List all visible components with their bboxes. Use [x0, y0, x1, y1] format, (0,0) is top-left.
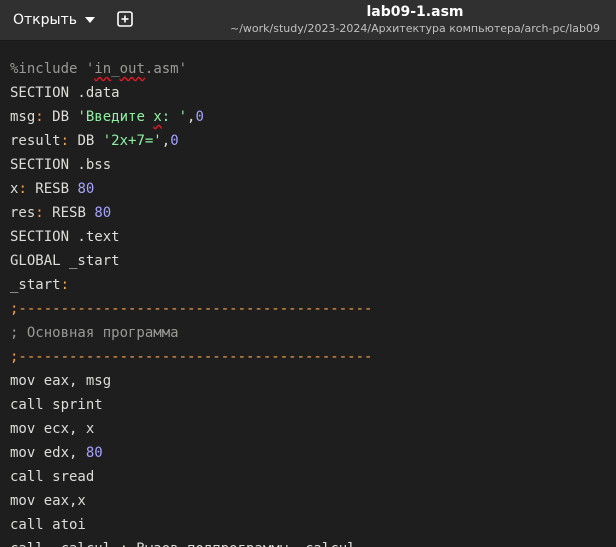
- code-line: res: RESB 80: [0, 201, 616, 225]
- code-line: mov eax, msg: [10, 373, 112, 389]
- editor-window: Открыть lab09-1.asm ~/work/study/2023-20…: [0, 0, 616, 547]
- chevron-down-icon: [84, 17, 95, 23]
- code-token: 0: [170, 133, 179, 149]
- code-token: :: [18, 181, 27, 197]
- code-token: _start: [10, 277, 61, 293]
- document-title: lab09-1.asm: [366, 4, 464, 20]
- code-line: %include 'in_out.asm': [0, 57, 616, 81]
- code-line: SECTION .bss: [10, 157, 112, 173]
- code-token: _: [111, 61, 120, 77]
- code-line: mov eax,x: [10, 493, 86, 509]
- code-token: 80: [85, 445, 103, 461]
- code-token: 'Введите: [77, 109, 154, 125]
- code-token: 0: [195, 109, 204, 125]
- code-line: _start:: [0, 273, 616, 297]
- code-token: :: [35, 205, 44, 221]
- code-line: mov ecx, x: [10, 421, 95, 437]
- code-token: :: [35, 109, 44, 125]
- code-token: RESB: [26, 181, 78, 197]
- new-tab-icon[interactable]: [117, 11, 133, 27]
- code-token: result: [10, 133, 61, 149]
- header-bar: Открыть lab09-1.asm ~/work/study/2023-20…: [0, 0, 616, 41]
- code-editor[interactable]: %include 'in_out.asm' SECTION .data msg:…: [0, 57, 616, 547]
- code-token: in: [94, 61, 112, 77]
- open-button[interactable]: Открыть: [6, 6, 103, 34]
- code-token: :: [60, 277, 70, 293]
- code-line: call sprint: [10, 397, 103, 413]
- code-token: out: [119, 61, 145, 77]
- code-line: ; Основная программа: [10, 325, 179, 341]
- code-token: %include: [10, 61, 86, 77]
- title-block: lab09-1.asm ~/work/study/2023-2024/Архит…: [200, 4, 616, 36]
- code-token: :: [60, 133, 70, 149]
- code-token: DB: [43, 109, 78, 125]
- code-token: msg: [10, 109, 36, 125]
- code-line: msg: DB 'Введите x: ',0: [0, 105, 616, 129]
- open-button-label: Открыть: [13, 12, 77, 28]
- document-path: ~/work/study/2023-2024/Архитектура компь…: [230, 22, 600, 35]
- code-token: : ': [161, 109, 188, 125]
- code-token: RESB: [43, 205, 95, 221]
- code-line: SECTION .data: [10, 85, 120, 101]
- code-token: ,: [161, 133, 171, 149]
- code-token: '2x+7=': [102, 133, 162, 149]
- code-line: ;---------------------------------------…: [10, 349, 373, 365]
- code-token: 80: [94, 205, 112, 221]
- code-line: mov edx, 80: [0, 441, 616, 465]
- code-line: call _calcul ; Вызов подпрограммы _calcu…: [0, 537, 616, 547]
- code-line: ;---------------------------------------…: [10, 301, 373, 317]
- code-token: mov edx,: [10, 445, 86, 461]
- code-token: .asm': [144, 61, 188, 77]
- code-line: call atoi: [10, 517, 86, 533]
- code-token: 80: [77, 181, 95, 197]
- code-line: result: DB '2x+7=',0: [0, 129, 616, 153]
- code-line: GLOBAL _start: [10, 253, 120, 269]
- code-token: DB: [69, 133, 103, 149]
- code-token: x: [153, 109, 162, 125]
- code-line: x: RESB 80: [0, 177, 616, 201]
- code-token: res: [10, 205, 36, 221]
- code-line: call sread: [10, 469, 95, 485]
- code-line: SECTION .text: [10, 229, 120, 245]
